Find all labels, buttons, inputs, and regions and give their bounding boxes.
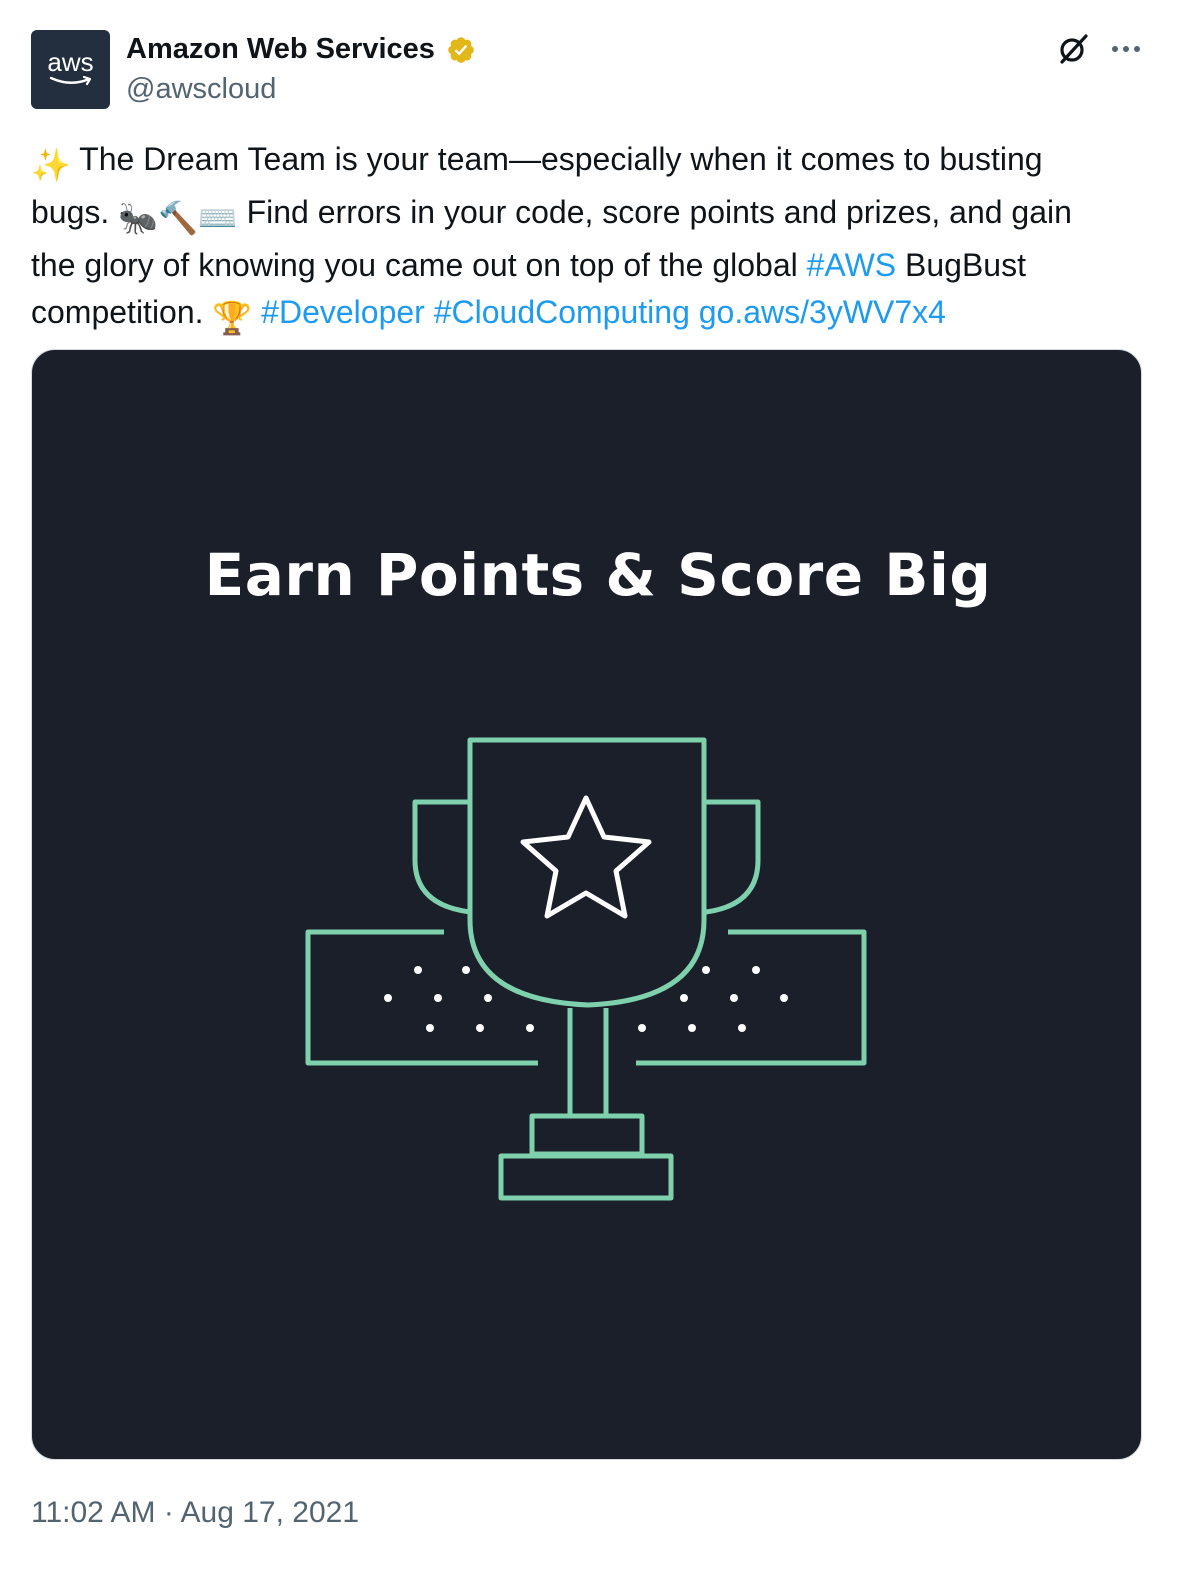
tweet-text-segment: bugs. [31,194,119,230]
tweet-line-1: ✨ The Dream Team is your team—especially… [31,136,1171,189]
tweet-line-4: competition. 🏆 #Developer #CloudComputin… [31,289,1171,342]
tweet-text-segment: The Dream Team is your team—especially w… [70,141,1043,177]
hashtag-cloudcomputing-link[interactable]: #CloudComputing [434,294,690,330]
sparkle-dots-left [384,966,534,1032]
avatar-logo-text: aws [47,46,94,77]
verified-badge-icon[interactable] [446,35,476,65]
tweet-text-segment: BugBust [896,247,1026,283]
star-icon [520,795,652,919]
trophy-icon [305,737,867,1201]
display-name[interactable]: Amazon Web Services [126,30,435,68]
sparkles-icon: ✨ [31,147,71,183]
tweet-text-segment: Find errors in your code, score points a… [237,194,1072,230]
avatar[interactable]: aws [31,30,110,109]
tweet-text-segment: competition. [31,294,213,330]
aws-smile-icon [49,75,91,85]
hashtag-developer-link[interactable]: #Developer [261,294,425,330]
grok-icon[interactable] [1056,32,1090,66]
short-url-link[interactable]: go.aws/3yWV7x4 [699,294,946,330]
bug-hammer-keyboard-icons: 🐜🔨⌨️ [118,200,238,236]
tweet-line-3: the glory of knowing you came out on top… [31,242,1171,289]
handle[interactable]: @awscloud [126,70,276,108]
tweet-text-segment: the glory of knowing you came out on top… [31,247,807,283]
tweet-timestamp[interactable]: 11:02 AM · Aug 17, 2021 [31,1493,359,1533]
tweet-text-segment [252,294,261,330]
more-icon[interactable] [1110,38,1142,60]
sparkle-dots-right [638,966,788,1032]
tweet-text: ✨ The Dream Team is your team—especially… [31,136,1171,342]
tweet: aws Amazon Web Services @awscloud ✨ The … [0,0,1196,1594]
hashtag-aws-link[interactable]: #AWS [807,247,897,283]
tweet-line-2: bugs. 🐜🔨⌨️ Find errors in your code, sco… [31,189,1171,242]
trophy-emoji-icon: 🏆 [212,300,253,336]
media-title: Earn Points & Score Big [204,541,992,609]
